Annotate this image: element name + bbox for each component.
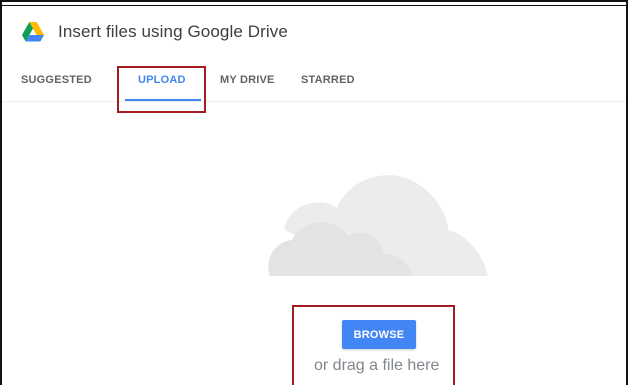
tab-suggested[interactable]: SUGGESTED [21, 74, 92, 86]
drag-drop-hint: or drag a file here [314, 357, 440, 374]
tabs-divider [2, 101, 626, 102]
upload-tab-highlight-box [117, 66, 206, 113]
dialog-title: Insert files using Google Drive [58, 22, 288, 41]
dialog-header: Insert files using Google Drive [22, 20, 288, 44]
window-frame-top [0, 0, 628, 6]
tab-my-drive[interactable]: MY DRIVE [220, 74, 275, 86]
cloud-icon [268, 175, 488, 276]
tab-starred[interactable]: STARRED [301, 74, 355, 86]
google-drive-icon [22, 22, 44, 42]
window-frame-left [0, 0, 2, 385]
browse-button[interactable]: BROWSE [342, 320, 416, 349]
tab-bar: SUGGESTED UPLOAD MY DRIVE STARRED [0, 62, 626, 102]
